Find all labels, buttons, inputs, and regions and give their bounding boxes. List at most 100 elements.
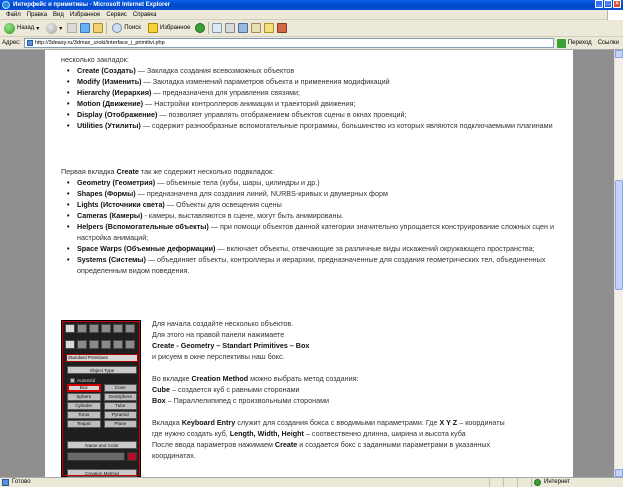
refresh-icon[interactable]	[80, 23, 91, 33]
hierarchy-tab-icon	[89, 324, 99, 333]
menu-file[interactable]: Файл	[3, 10, 24, 19]
list-item: Systems (Системы) — объединяет объекты, …	[67, 254, 567, 276]
intro-tail: несколько закладок:	[61, 55, 129, 64]
window-title: Интерфейс и примитивы - Microsoft Intern…	[13, 2, 170, 8]
address-label: Адрес:	[2, 40, 21, 46]
close-button[interactable]: ×	[613, 0, 621, 8]
lights-icon	[89, 340, 99, 349]
geometry-icon	[65, 340, 75, 349]
list-item: Space Warps (Объемные деформации) — вклю…	[67, 243, 567, 254]
create-tab-icon	[65, 324, 75, 333]
print-icon[interactable]	[225, 23, 236, 33]
favorites-label: Избранное	[159, 25, 191, 31]
checkbox-icon	[70, 378, 75, 383]
sphere-button: Sphere	[67, 393, 101, 401]
go-label: Переход	[567, 40, 592, 46]
create-panel-screenshot: Standard Primitives Object Type AutoGrid…	[61, 320, 141, 477]
back-button[interactable]: Назад ▾	[2, 21, 41, 35]
article: несколько закладок: Create (Создать) — З…	[45, 50, 573, 477]
back-arrow-icon	[4, 22, 15, 34]
create-intro: Первая вкладка Create так же содержит не…	[61, 167, 275, 176]
scroll-up-button[interactable]	[615, 50, 623, 58]
history-icon[interactable]	[195, 23, 206, 33]
shapes-icon	[77, 340, 87, 349]
list-item: Cameras (Камеры) - камеры, выставляются …	[67, 210, 567, 221]
status-bar: Готово Интернет	[0, 477, 623, 487]
motion-tab-icon	[101, 324, 111, 333]
menu-edit[interactable]: Правка	[24, 10, 50, 19]
address-input[interactable]: http://3deasy.ru/3dmax_uroki/interface_i…	[23, 38, 554, 48]
list-item: Shapes (Формы) — предназначена для созда…	[67, 188, 567, 199]
list-item: Motion (Движение) — Настройки контроллер…	[67, 98, 567, 109]
star-icon	[147, 23, 158, 33]
messenger-icon[interactable]	[277, 23, 288, 33]
panel-tabs-list: Create (Создать) — Закладка создания все…	[67, 65, 567, 131]
window-controls: _ □ ×	[595, 0, 621, 8]
list-item: Hierarchy (Иерархия) — предназначена для…	[67, 87, 567, 98]
page-icon	[26, 40, 33, 46]
scroll-down-button[interactable]	[615, 469, 623, 477]
discuss-icon[interactable]	[251, 23, 262, 33]
mail-icon[interactable]	[212, 23, 223, 33]
helpers-icon	[113, 340, 123, 349]
object-type-rollout: Object Type	[67, 366, 137, 374]
search-button[interactable]: Поиск	[110, 21, 143, 35]
stop-icon[interactable]	[67, 23, 78, 33]
menu-view[interactable]: Вид	[50, 10, 67, 19]
status-cell	[489, 478, 503, 487]
list-item: Geometry (Геометрия) — объемные тела (ку…	[67, 177, 567, 188]
cylinder-button: Cylinder	[67, 402, 101, 410]
chevron-down-icon[interactable]: ▾	[59, 25, 62, 32]
name-color-rollout: Name and Color	[67, 441, 137, 449]
box-button: Box	[67, 384, 101, 392]
security-zone: Интернет	[531, 478, 623, 487]
forward-arrow-icon	[46, 22, 58, 34]
folder-icon[interactable]	[264, 23, 275, 33]
list-item: Modify (Изменить) — Закладка изменений п…	[67, 76, 567, 87]
object-color-swatch	[127, 452, 137, 461]
page-done-icon	[2, 479, 9, 486]
creation-method-rollout: Creation Method	[67, 469, 137, 477]
go-button[interactable]: Переход	[556, 38, 592, 48]
links-label[interactable]: Ссылки	[598, 40, 619, 46]
utilities-tab-icon	[125, 324, 135, 333]
instructions: Для начала создайте несколько объектов. …	[152, 319, 505, 460]
minimize-button[interactable]: _	[595, 0, 603, 8]
edit-icon[interactable]	[238, 23, 249, 33]
tube-button: Tube	[103, 402, 137, 410]
menu-favorites[interactable]: Избранное	[67, 10, 103, 19]
vertical-scrollbar[interactable]	[614, 50, 623, 477]
cone-button: Cone	[103, 384, 137, 392]
toolbar-separator	[208, 22, 210, 34]
home-icon[interactable]	[93, 23, 104, 33]
list-item: Helpers (Вспомогательные объекты) — при …	[67, 221, 567, 243]
forward-button[interactable]: ▾	[44, 21, 64, 35]
windows-logo-icon	[607, 10, 623, 20]
list-item: Lights (Источники света) — Объекты для о…	[67, 199, 567, 210]
maximize-button[interactable]: □	[604, 0, 612, 8]
status-cell	[503, 478, 517, 487]
modify-tab-icon	[77, 324, 87, 333]
address-url: http://3deasy.ru/3dmax_uroki/interface_i…	[34, 40, 165, 46]
internet-explorer-icon	[2, 1, 10, 9]
search-icon	[112, 23, 123, 33]
list-item: Utilities (Утилиты) — содержит разнообра…	[67, 120, 567, 131]
chevron-down-icon[interactable]: ▾	[36, 25, 39, 32]
cameras-icon	[101, 340, 111, 349]
menu-help[interactable]: Справка	[130, 10, 160, 19]
go-arrow-icon	[556, 38, 566, 48]
command-panel-tabs	[65, 324, 135, 333]
toolbar-separator	[106, 22, 108, 34]
teapot-button: Teapot	[67, 420, 101, 428]
list-item: Create (Создать) — Закладка создания все…	[67, 65, 567, 76]
plane-button: Plane	[103, 420, 137, 428]
create-subtabs-icons	[65, 340, 135, 349]
search-label: Поиск	[124, 25, 141, 31]
geosphere-button: GeoSphere	[103, 393, 137, 401]
list-item: Display (Отображение) — позволяет управл…	[67, 109, 567, 120]
favorites-button[interactable]: Избранное	[146, 21, 192, 35]
create-subtabs-list: Geometry (Геометрия) — объемные тела (ку…	[67, 177, 567, 276]
scroll-thumb[interactable]	[615, 180, 623, 290]
menu-tools[interactable]: Сервис	[103, 10, 130, 19]
status-text: Готово	[0, 478, 489, 487]
